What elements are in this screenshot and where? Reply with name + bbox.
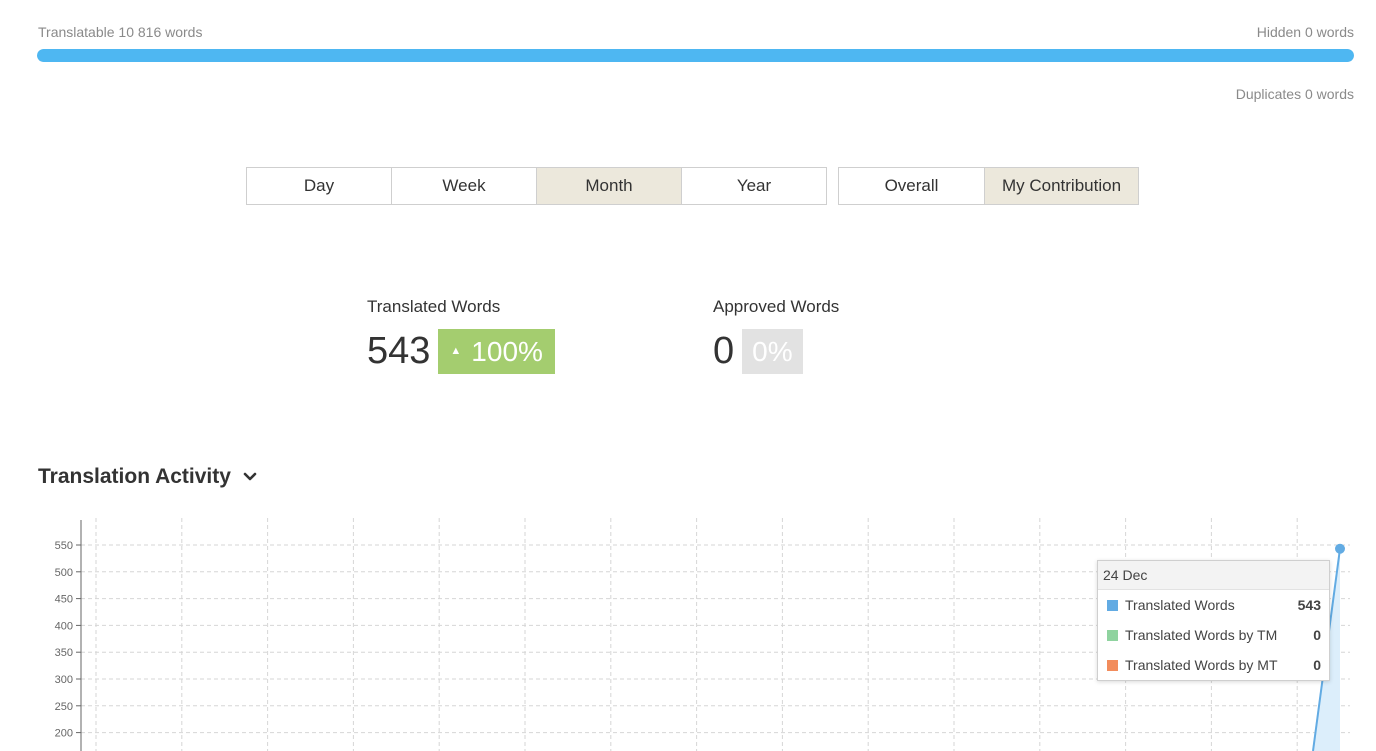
tooltip-date: 24 Dec [1098, 561, 1329, 590]
legend-swatch [1107, 629, 1118, 641]
translated-words-label: Translated Words [367, 297, 501, 316]
duplicates-count: Duplicates 0 words [1235, 86, 1354, 102]
y-tick-label: 450 [55, 594, 73, 606]
scope-selector: Overall My Contribution [838, 167, 1139, 205]
translated-change-badge: ▲ 100% [438, 329, 555, 374]
tooltip-series-name: Translated Words by TM [1125, 627, 1278, 643]
translated-words-stat: Translated Words 543 ▲ 100% [367, 297, 555, 374]
tooltip-row: Translated Words 543 [1098, 590, 1329, 620]
approved-change-value: 0% [752, 336, 793, 367]
tooltip-row: Translated Words by MT 0 [1098, 650, 1329, 680]
tooltip-series-name: Translated Words by MT [1125, 657, 1278, 673]
period-year-button[interactable]: Year [682, 167, 827, 205]
approved-words-stat: Approved Words 0 0% [713, 297, 839, 374]
approved-words-label: Approved Words [713, 297, 840, 316]
triangle-up-icon: ▲ [450, 345, 462, 357]
hidden-count: Hidden 0 words [1256, 24, 1354, 40]
tooltip-series-name: Translated Words [1125, 597, 1235, 613]
series-point [1335, 543, 1345, 554]
translation-progress-bar [37, 49, 1354, 62]
period-day-button[interactable]: Day [246, 167, 392, 205]
chart-tooltip: 24 Dec Translated Words 543 Translated W… [1097, 560, 1330, 681]
y-tick-label: 350 [55, 647, 73, 659]
tooltip-series-value: 0 [1313, 627, 1321, 643]
y-tick-label: 300 [55, 674, 73, 686]
scope-overall-button[interactable]: Overall [838, 167, 985, 205]
section-title: Translation Activity [38, 465, 231, 488]
chart-axis: 550 500 450 400 350 300 250 200 [55, 520, 82, 751]
y-tick-label: 400 [55, 620, 73, 632]
tooltip-series-value: 543 [1297, 597, 1321, 613]
legend-swatch [1107, 659, 1118, 671]
legend-swatch [1107, 599, 1118, 611]
period-month-button[interactable]: Month [537, 167, 682, 205]
y-tick-label: 500 [55, 567, 73, 579]
translatable-count: Translatable 10 816 words [38, 24, 203, 40]
period-week-button[interactable]: Week [392, 167, 537, 205]
period-selector: Day Week Month Year [246, 167, 827, 205]
y-tick-label: 250 [55, 701, 73, 713]
progress-fill [37, 49, 1354, 62]
approved-words-value: 0 [713, 330, 735, 372]
y-tick-label: 550 [55, 540, 73, 552]
tooltip-row: Translated Words by TM 0 [1098, 620, 1329, 650]
tooltip-series-value: 0 [1313, 657, 1321, 673]
y-tick-label: 200 [55, 728, 73, 740]
chevron-down-icon [243, 472, 257, 481]
approved-change-badge: 0% [742, 329, 803, 374]
translation-activity-toggle[interactable]: Translation Activity [38, 465, 257, 489]
translated-change-value: 100% [471, 336, 543, 367]
scope-my-contribution-button[interactable]: My Contribution [985, 167, 1139, 205]
translated-words-value: 543 [367, 330, 431, 372]
